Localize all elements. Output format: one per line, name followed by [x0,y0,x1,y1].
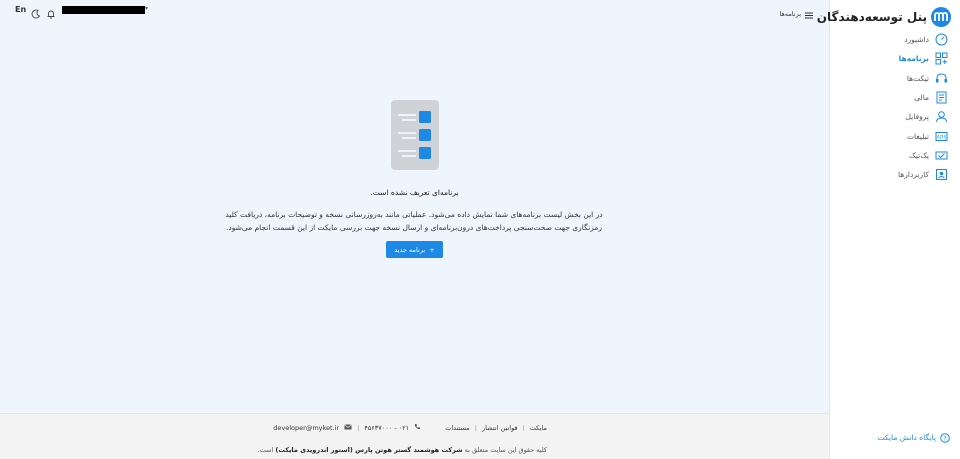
divider: | [522,423,525,432]
footer-links: مایکت | قوانین انتشار | مستندات ۰۲۱ - ۴۵… [273,423,547,432]
copyright: کلیه حقوق این سایت متعلق به شرکت هوشمند … [258,446,547,454]
topbar: En ▾ برنامه‌ها [0,0,829,20]
empty-list-illustration [390,99,440,171]
sidebar-item-label: مالی [914,93,929,103]
empty-state-title: برنامه‌ای تعریف نشده است. [370,188,459,197]
page-menu[interactable]: برنامه‌ها [779,4,813,23]
users-icon [935,168,948,181]
brand[interactable]: پنل توسعه‌دهندگان [817,6,951,28]
menu-icon[interactable] [805,4,813,23]
footer-link-publishing-rules[interactable]: قوانین انتشار [482,424,518,432]
svg-text:?: ? [943,435,946,442]
headset-icon [935,72,948,85]
user-name-redacted[interactable] [62,6,145,14]
ads-icon: ADS [935,130,948,143]
sidebar-item-label: داشبورد [904,35,929,45]
sidebar-nav: داشبورد برنامه‌ها تیکت‌ها مالی پروفایل [829,30,960,184]
mail-icon [344,423,352,432]
sidebar-item-ads[interactable]: ADS تبلیغات [829,126,960,145]
profile-icon [935,110,948,123]
brand-title: پنل توسعه‌دهندگان [816,10,927,24]
knowledge-base-label: پایگاه دانش مایکت [877,433,936,442]
sidebar-item-profile[interactable]: پروفایل [829,107,960,126]
divider: | [357,423,360,432]
sidebar-item-label: برنامه‌ها [898,54,929,64]
footer-link-docs[interactable]: مستندات [445,424,470,432]
copyright-suffix: است. [257,446,274,454]
language-toggle[interactable]: En [15,5,26,14]
sidebar-item-label: تیکت‌ها [906,73,929,83]
new-app-button[interactable]: + برنامه جدید [386,241,443,258]
empty-state-description: در این بخش لیست برنامه‌های شما نمایش داد… [225,210,603,232]
sidebar-item-tickets[interactable]: تیکت‌ها [829,69,960,88]
moon-icon[interactable] [31,4,41,23]
phone-icon [414,423,421,432]
footer-link-myket[interactable]: مایکت [530,424,547,432]
sidebar-item-yektik[interactable]: یک‌تیک [829,146,960,165]
myket-logo [931,7,951,27]
sidebar-item-label: کاربردازها [898,170,929,180]
footer: مایکت | قوانین انتشار | مستندات ۰۲۱ - ۴۵… [0,413,829,459]
sidebar-item-finance[interactable]: مالی [829,88,960,107]
knowledge-base-link[interactable]: ? پایگاه دانش مایکت [877,428,950,447]
finance-icon [935,91,948,104]
plus-icon: + [429,245,435,254]
support-phone: ۰۲۱ - ۴۵۶۳۷۰۰۰ [364,423,410,432]
bell-icon[interactable] [46,4,56,23]
dashboard-icon [935,33,948,46]
apps-icon [935,52,948,65]
ticket-icon [935,149,948,162]
sidebar-item-label: تبلیغات [906,131,929,141]
sidebar-item-dashboard[interactable]: داشبورد [829,30,960,49]
sidebar-item-users[interactable]: کاربردازها [829,165,960,184]
sidebar-item-label: یک‌تیک [909,150,929,160]
divider: | [474,423,477,432]
help-icon: ? [940,428,950,447]
page-title: برنامه‌ها [779,9,801,18]
support-email[interactable]: developer@myket.ir [273,424,339,432]
svg-text:ADS: ADS [937,134,947,140]
sidebar: پنل توسعه‌دهندگان داشبورد برنامه‌ها تیکت… [817,0,960,459]
copyright-company: شرکت هوشمند گستر هوتن پارس (استور اندروی… [275,446,463,454]
chevron-down-icon[interactable]: ▾ [145,5,148,12]
sidebar-item-label: پروفایل [905,112,930,122]
sidebar-item-apps[interactable]: برنامه‌ها [829,49,960,68]
copyright-prefix: کلیه حقوق این سایت متعلق به [464,446,547,454]
new-app-button-label: برنامه جدید [394,245,426,254]
